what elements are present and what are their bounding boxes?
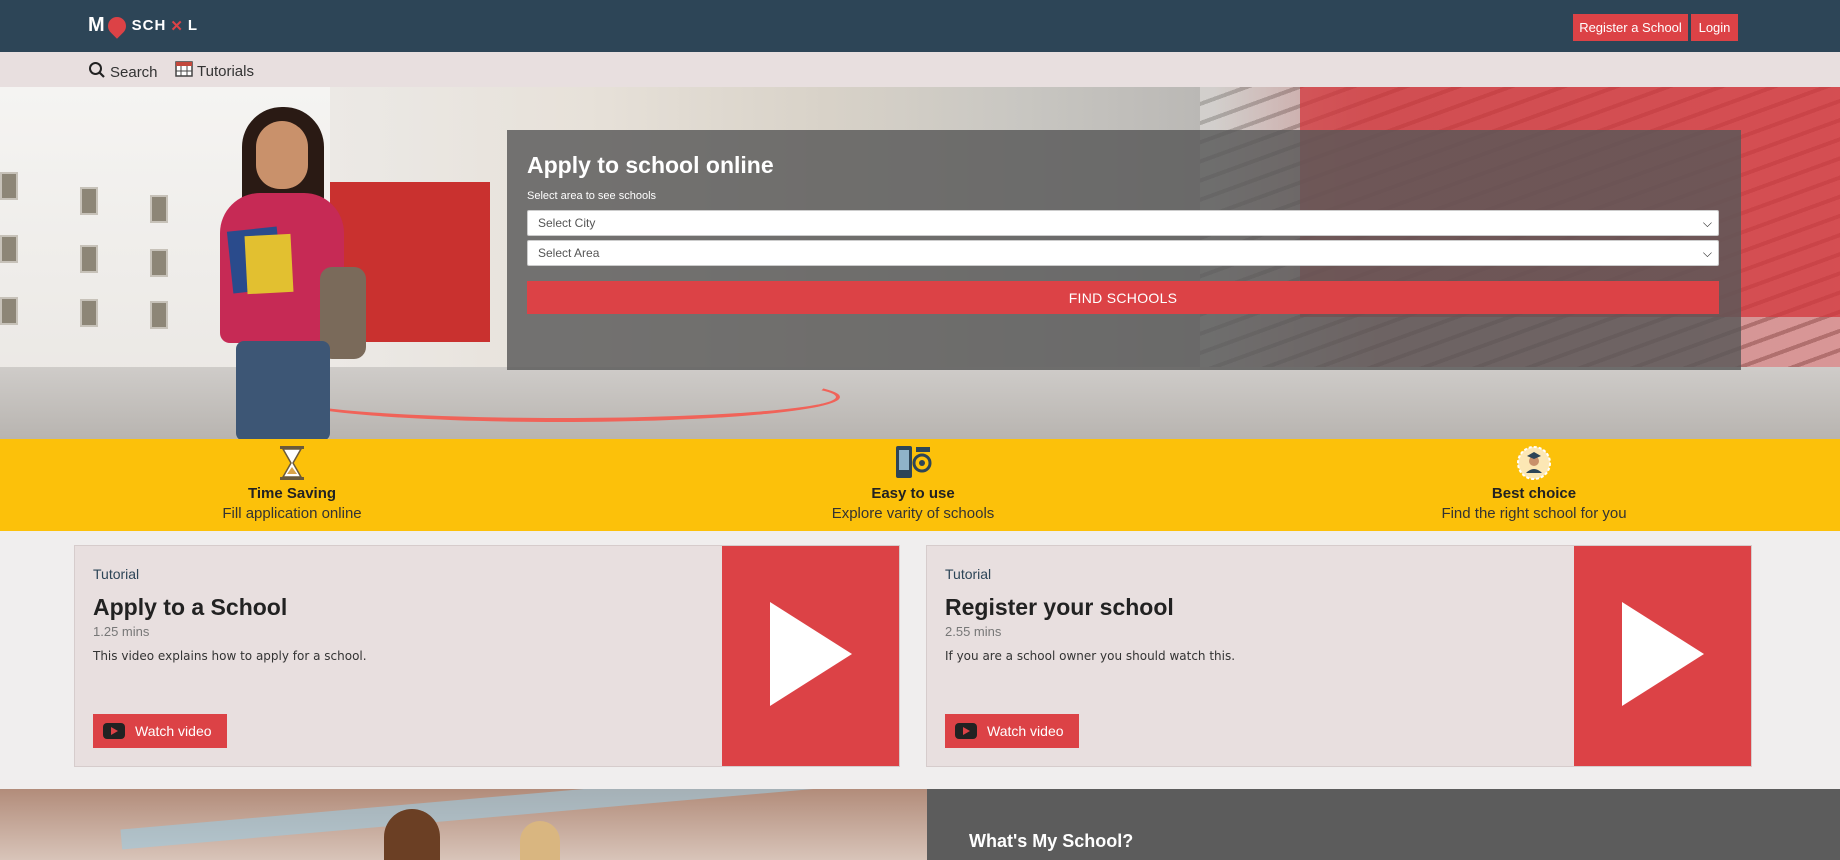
hero-window [150,249,168,277]
graduate-badge-icon [1354,445,1714,481]
video-play-thumbnail[interactable] [1574,546,1751,766]
video-play-thumbnail[interactable] [722,546,899,766]
tutorial-duration: 2.55 mins [945,624,1002,639]
nav-tutorials-label: Tutorials [197,62,254,80]
hero-window [80,187,98,215]
student-book-yellow [244,233,294,295]
feature-subtitle: Find the right school for you [1441,505,1627,522]
watch-video-button[interactable]: Watch video [945,714,1079,748]
student-jeans [236,341,330,439]
tutorial-card-apply: Tutorial Apply to a School 1.25 mins Thi… [74,545,900,767]
phone-gear-icon [733,445,1093,481]
site-logo[interactable]: M SCH ✕ L [88,12,199,39]
tutorial-title: Register your school [945,594,1174,620]
tutorial-kicker: Tutorial [945,566,992,582]
area-label: Select area to see schools [527,190,657,202]
logo-letter-m: M [88,14,106,36]
chevron-down-icon: ⌵ [1702,216,1712,230]
area-select-value: Select Area [538,246,600,260]
calendar-icon [175,61,193,81]
kids-photo [0,789,927,860]
play-icon [1622,602,1704,706]
hero-window [0,235,18,263]
nav-tutorials-link[interactable]: Tutorials [175,61,254,81]
watch-video-button[interactable]: Watch video [93,714,227,748]
photo-stripe [120,789,820,850]
hero-window [150,301,168,329]
hero-window [0,297,18,325]
feature-subtitle: Explore varity of schools [831,505,995,522]
feature-easy-to-use: Easy to use Explore varity of schools [733,445,1093,522]
play-icon [770,602,852,706]
watch-video-label: Watch video [987,723,1064,739]
tutorial-card-register: Tutorial Register your school 2.55 mins … [926,545,1752,767]
student-face [256,121,308,189]
search-icon [88,61,106,83]
secondary-navbar: Search Tutorials [0,52,1840,87]
logo-text-sch: SCH [131,17,167,34]
city-select-value: Select City [538,216,596,230]
feature-title: Best choice [1491,485,1577,502]
top-navbar: M SCH ✕ L Register a School Login [0,0,1840,52]
tutorial-description: This video explains how to apply for a s… [93,649,367,663]
nav-search-label: Search [110,63,158,81]
watch-video-label: Watch video [135,723,212,739]
logo-letter-l: L [187,17,199,34]
city-select[interactable]: Select City ⌵ [527,210,1719,236]
features-strip: Time Saving Fill application online Easy… [0,439,1840,531]
hero-window [80,299,98,327]
area-select[interactable]: Select Area ⌵ [527,240,1719,266]
apply-panel: Apply to school online Select area to se… [507,130,1741,370]
find-schools-button[interactable]: FIND SCHOOLS [527,281,1719,314]
tutorial-title: Apply to a School [93,594,288,620]
student-photo [190,107,370,439]
feature-subtitle: Fill application online [222,505,362,522]
tutorial-kicker: Tutorial [93,566,140,582]
feature-time-saving: Time Saving Fill application online [112,445,472,522]
youtube-icon [955,723,977,739]
about-panel: What's My School? [927,789,1840,860]
hero-window [80,245,98,273]
feature-title: Time Saving [247,485,337,502]
hero-window [150,195,168,223]
hero-window [0,172,18,200]
tutorial-description: If you are a school owner you should wat… [945,649,1236,663]
nav-search-link[interactable]: Search [88,61,158,83]
apply-title: Apply to school online [527,152,774,178]
youtube-icon [103,723,125,739]
feature-title: Easy to use [871,485,955,502]
map-pin-icon [103,12,130,39]
kid-head [520,821,560,860]
feature-best-choice: Best choice Find the right school for yo… [1354,445,1714,522]
chevron-down-icon: ⌵ [1702,246,1712,260]
about-title: What's My School? [969,831,1134,851]
login-button[interactable]: Login [1691,14,1738,41]
tutorial-duration: 1.25 mins [93,624,150,639]
register-school-button[interactable]: Register a School [1573,14,1688,41]
kid-head [384,809,440,860]
hourglass-icon [112,445,472,481]
logo-cross-icon: ✕ [170,17,184,35]
